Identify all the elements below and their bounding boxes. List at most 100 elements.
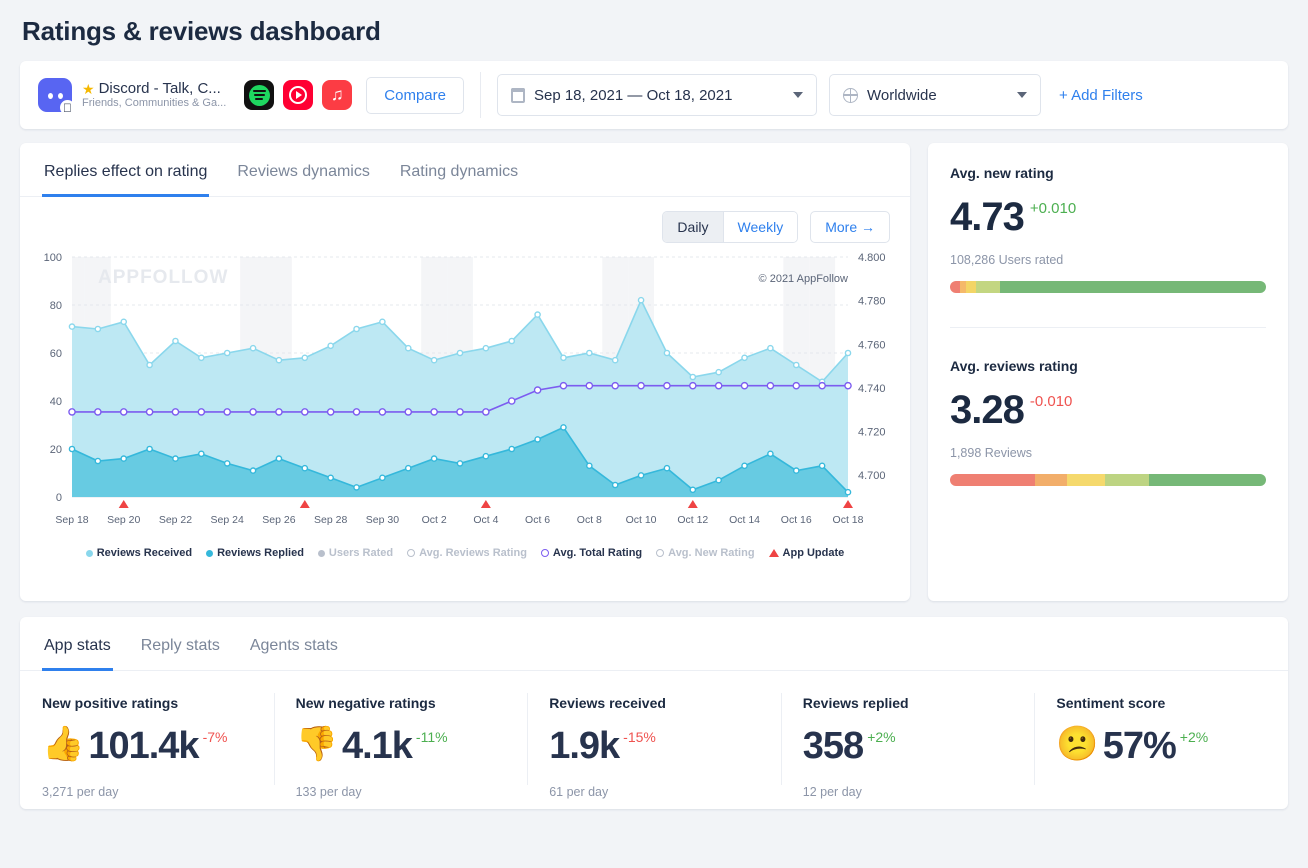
distribution-segment: [999, 281, 1266, 293]
legend-label: Users Rated: [328, 547, 394, 559]
selected-app[interactable]:  ★ Discord - Talk, C... Friends, Commun…: [20, 61, 240, 129]
metric-subtext: 108,286 Users rated: [950, 253, 1064, 267]
distribution-segment: [1104, 474, 1150, 486]
tab-app-stats[interactable]: App stats: [42, 617, 113, 671]
legend-label: Avg. Total Rating: [552, 547, 643, 559]
svg-text:Sep 22: Sep 22: [159, 514, 192, 526]
legend-swatch: [768, 549, 779, 557]
metric-delta: -0.010: [1029, 393, 1073, 410]
svg-text:Oct 6: Oct 6: [525, 514, 550, 526]
spotify-icon[interactable]: [244, 80, 275, 110]
stat-subtext: 133 per day: [295, 785, 362, 799]
stats-grid: New positive ratings 👍 101.4k -7% 3,271 …: [20, 671, 1288, 799]
svg-text:4.700: 4.700: [858, 470, 886, 482]
app-meta: ★ Discord - Talk, C... Friends, Communit…: [82, 80, 226, 110]
chevron-down-icon: [1016, 92, 1027, 98]
main-row: Replies effect on rating Reviews dynamic…: [20, 143, 1288, 601]
stat-value: 101.4k: [88, 725, 199, 767]
date-range-picker[interactable]: Sep 18, 2021 — Oct 18, 2021: [496, 74, 817, 116]
chart-copyright: © 2021 AppFollow: [758, 273, 848, 285]
legend-avg-reviews-rating[interactable]: Avg. Reviews Rating: [407, 547, 527, 559]
distribution-segment: [975, 281, 1000, 293]
stat-value-row: 😕 57% +2%: [1056, 727, 1266, 765]
divider: [479, 72, 481, 118]
granularity-weekly[interactable]: Weekly: [722, 212, 798, 242]
svg-text:Sep 18: Sep 18: [55, 514, 88, 526]
distribution-segment: [966, 281, 976, 293]
stat-new-positive-ratings: New positive ratings 👍 101.4k -7% 3,271 …: [20, 689, 274, 799]
legend-reviews-replied[interactable]: Reviews Replied: [206, 547, 304, 559]
metric-title: Avg. new rating: [950, 165, 1054, 181]
app-name-row: ★ Discord - Talk, C...: [82, 80, 226, 97]
stat-sentiment-score: Sentiment score 😕 57% +2%: [1034, 689, 1288, 799]
svg-text:Oct 14: Oct 14: [729, 514, 760, 526]
chart-tabs: Replies effect on rating Reviews dynamic…: [20, 143, 910, 197]
legend-reviews-received[interactable]: Reviews Received: [85, 547, 192, 559]
appfollow-watermark: APPFOLLOW: [98, 267, 229, 288]
compare-button[interactable]: Compare: [366, 76, 464, 114]
chevron-down-icon: [792, 92, 803, 98]
legend-label: Avg. New Rating: [668, 547, 755, 559]
legend-avg-total-rating[interactable]: Avg. Total Rating: [540, 547, 643, 559]
chart-svg: 0 20 40 60 80 100 4.700 4.720 4.740 4.760 4.780 4.8…: [44, 252, 886, 526]
distribution-segment: [950, 281, 961, 293]
apple-icon: : [60, 100, 75, 115]
more-button[interactable]: More →: [810, 211, 890, 243]
stat-delta: -11%: [415, 729, 448, 745]
svg-text:4.800: 4.800: [858, 252, 886, 264]
stat-delta: +2%: [867, 729, 896, 745]
svg-text:Sep 26: Sep 26: [262, 514, 295, 526]
rating-distribution-bar: [950, 474, 1266, 486]
star-icon: ★: [82, 80, 95, 97]
stat-value-row: 1.9k -15%: [549, 727, 759, 765]
stat-value: 4.1k: [341, 725, 413, 767]
svg-text:40: 40: [50, 396, 62, 408]
tab-agents-stats[interactable]: Agents stats: [248, 617, 340, 671]
svg-text:Oct 4: Oct 4: [473, 514, 498, 526]
legend-swatch: [206, 549, 214, 557]
svg-text:Sep 30: Sep 30: [366, 514, 399, 526]
legend-app-update[interactable]: App Update: [768, 547, 844, 559]
svg-text:Oct 18: Oct 18: [833, 514, 864, 526]
thumbs-up-icon: 👍: [42, 725, 85, 763]
stat-value: 358: [802, 725, 864, 767]
legend-swatch: [317, 549, 325, 557]
svg-text:Oct 10: Oct 10: [626, 514, 657, 526]
metric-delta: +0.010: [1029, 200, 1077, 217]
tab-replies-effect-on-rating[interactable]: Replies effect on rating: [42, 143, 210, 197]
chart-plot: APPFOLLOW © 2021 AppFollow 0 20 40 60 80 100 4…: [20, 249, 910, 539]
legend-label: Reviews Replied: [217, 547, 304, 559]
granularity-daily[interactable]: Daily: [663, 212, 723, 242]
metric-title: Avg. reviews rating: [950, 358, 1078, 374]
stat-subtext: 12 per day: [802, 785, 862, 799]
legend-swatch: [85, 549, 93, 557]
tab-rating-dynamics[interactable]: Rating dynamics: [398, 143, 520, 197]
metric-value: 3.28: [950, 388, 1025, 432]
svg-text:4.780: 4.780: [858, 296, 886, 308]
stat-label: Reviews replied: [802, 695, 909, 711]
legend-swatch: [407, 549, 416, 557]
app-name: Discord - Talk, C...: [98, 80, 221, 98]
svg-text:100: 100: [44, 252, 62, 264]
app-subtitle: Friends, Communities & Ga...: [82, 97, 227, 110]
tab-reviews-dynamics[interactable]: Reviews dynamics: [235, 143, 371, 197]
svg-text:Oct 16: Oct 16: [781, 514, 812, 526]
svg-text:60: 60: [50, 348, 62, 360]
ratings-summary-panel: Avg. new rating 4.73 +0.010 108,286 User…: [928, 143, 1288, 601]
legend-users-rated[interactable]: Users Rated: [317, 547, 394, 559]
stat-label: Reviews received: [549, 695, 666, 711]
svg-text:Sep 20: Sep 20: [107, 514, 140, 526]
rating-distribution-bar: [950, 281, 1266, 293]
youtube-music-icon[interactable]: [283, 80, 314, 110]
stats-tabs: App stats Reply stats Agents stats: [20, 617, 1288, 671]
dashboard-page: Ratings & reviews dashboard  ★ Discord …: [0, 0, 1308, 868]
country-select[interactable]: Worldwide: [828, 74, 1041, 116]
legend-avg-new-rating[interactable]: Avg. New Rating: [656, 547, 755, 559]
svg-text:0: 0: [56, 492, 62, 504]
apple-music-icon[interactable]: ♫: [322, 80, 353, 110]
distribution-segment: [1149, 474, 1266, 486]
add-filters-button[interactable]: + Add Filters: [1059, 87, 1143, 104]
tab-reply-stats[interactable]: Reply stats: [139, 617, 222, 671]
svg-text:Sep 24: Sep 24: [211, 514, 244, 526]
page-title: Ratings & reviews dashboard: [22, 16, 381, 46]
